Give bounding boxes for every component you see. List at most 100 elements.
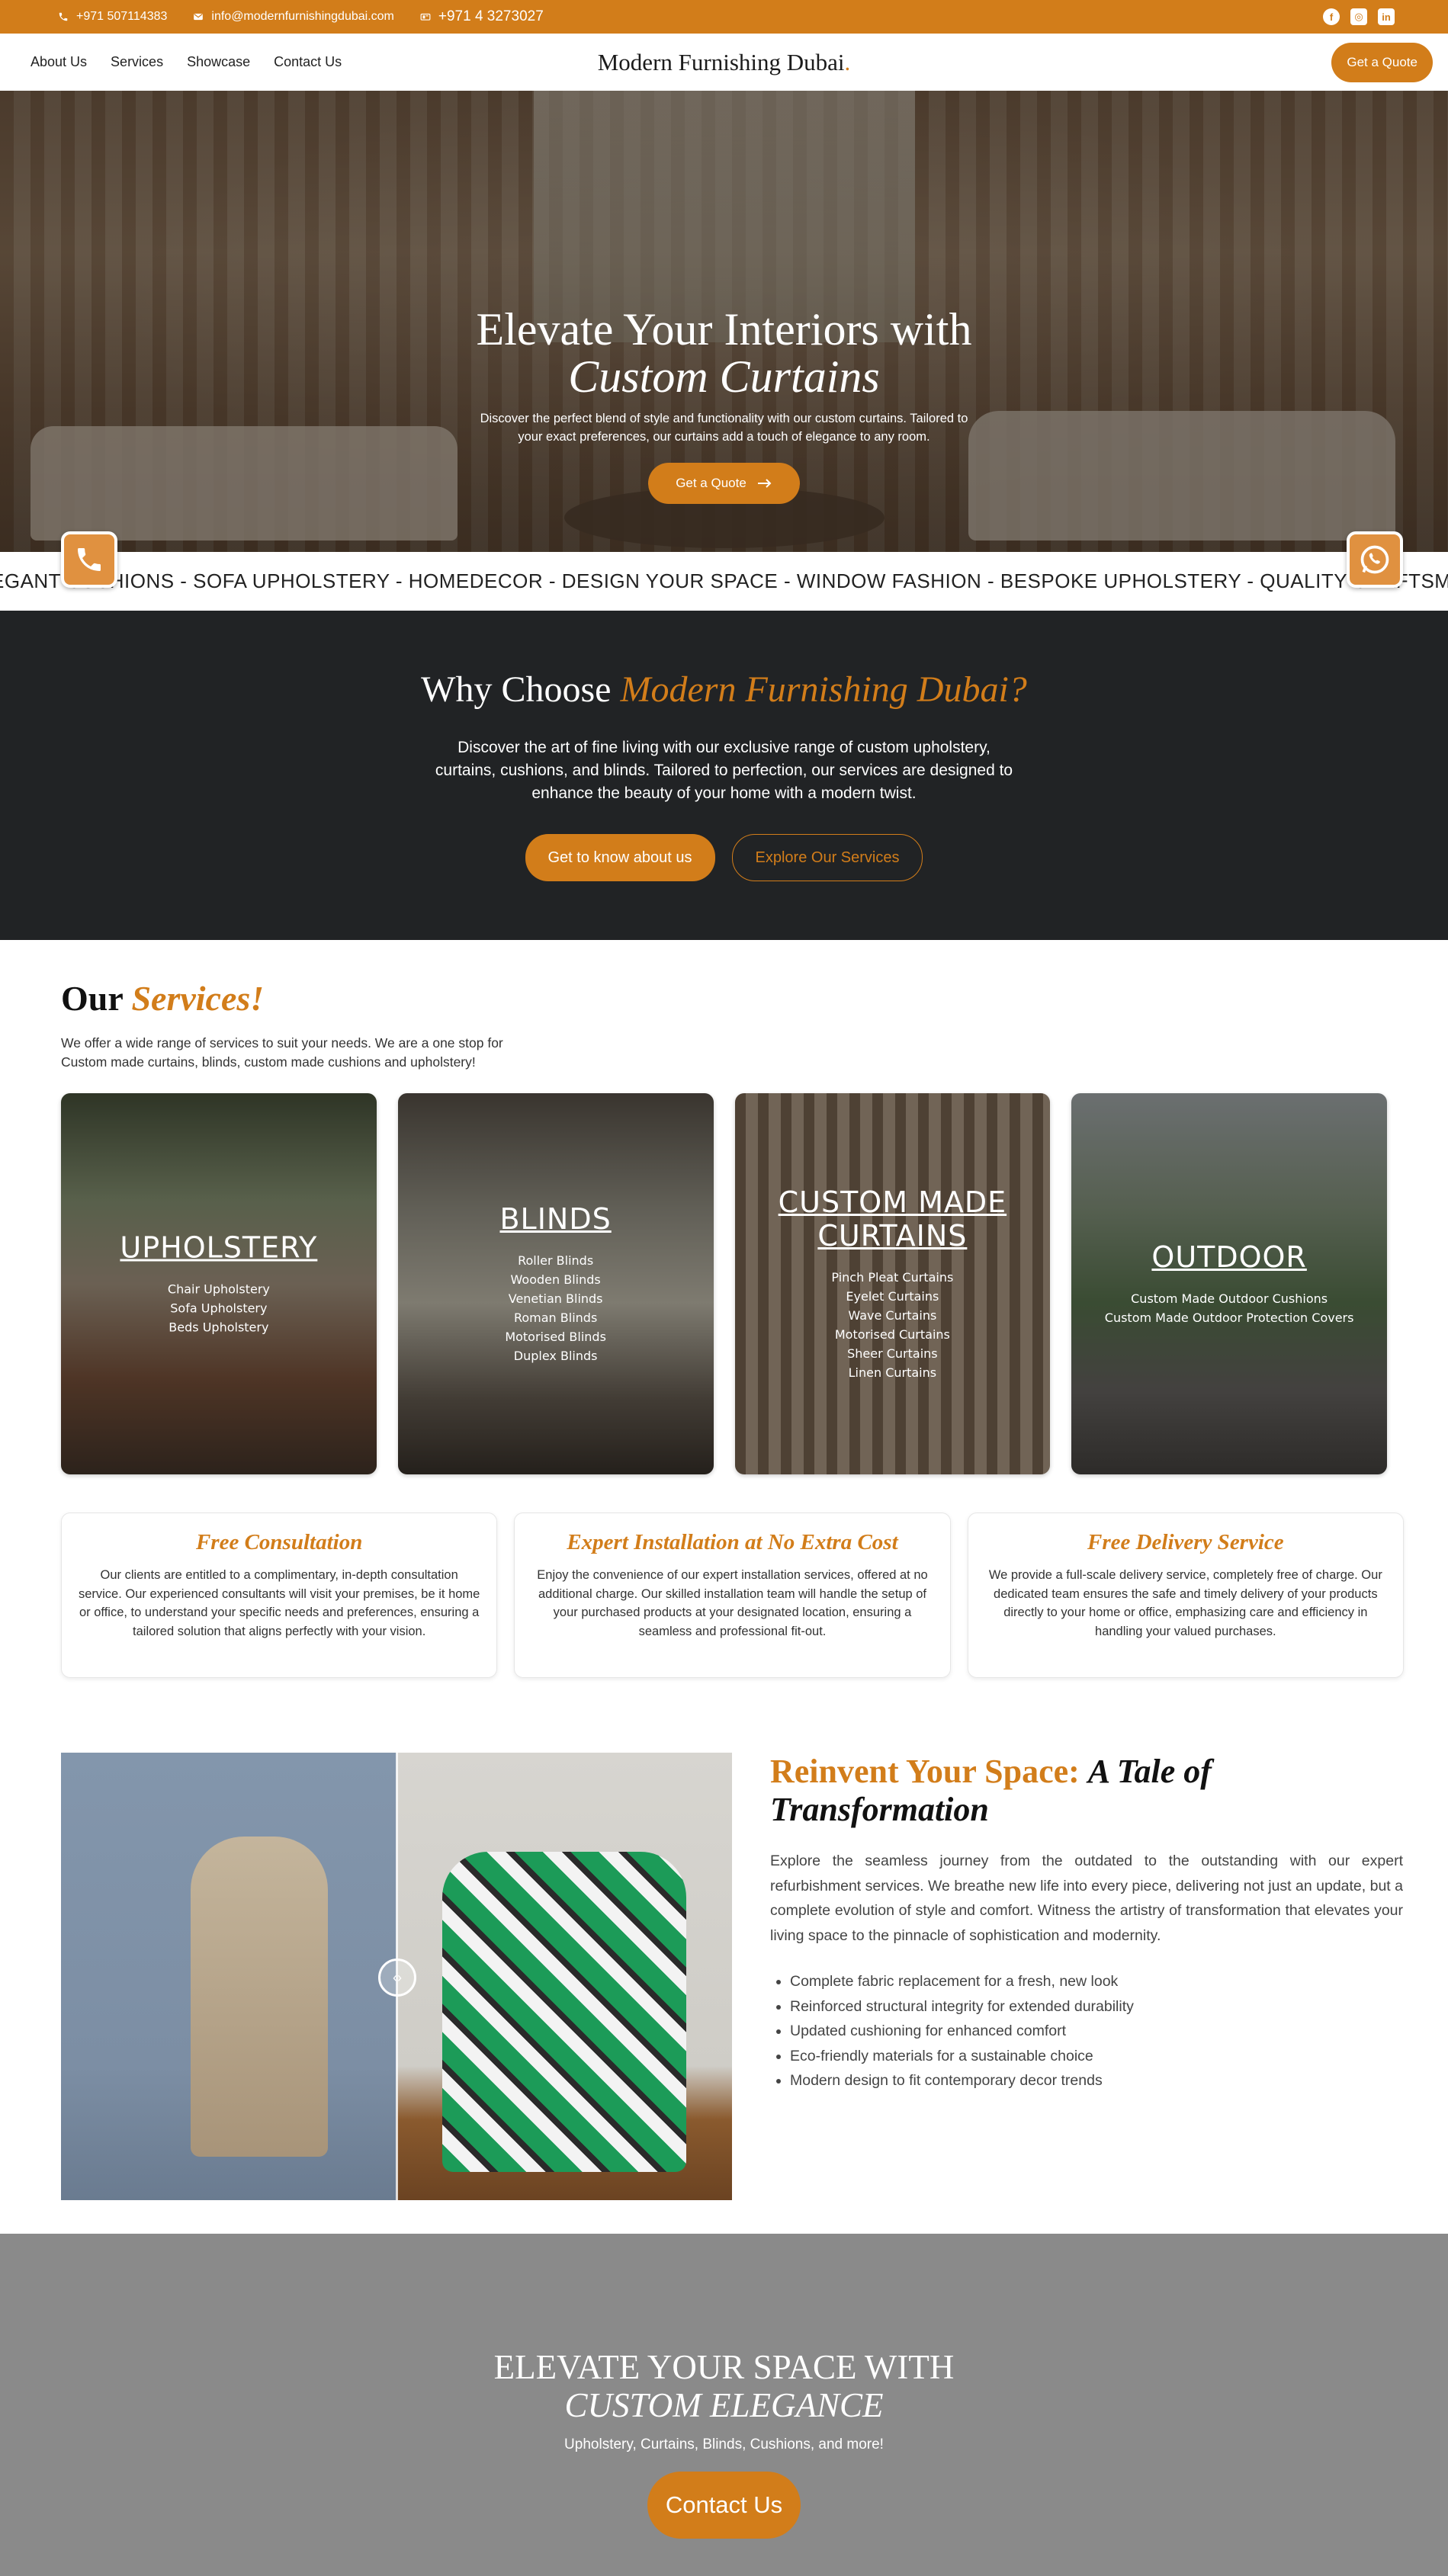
list-item: Motorised Blinds [505, 1330, 606, 1344]
contact-us-button[interactable]: Contact Us [647, 2472, 801, 2539]
reinvent-title: Reinvent Your Space: A Tale of Transform… [770, 1753, 1403, 1829]
list-item: Custom Made Outdoor Protection Covers [1104, 1310, 1354, 1325]
services-intro: We offer a wide range of services to sui… [61, 1035, 503, 1070]
before-after-slider[interactable]: ‹› [61, 1753, 732, 2200]
phone-link[interactable]: +971 507114383 [58, 10, 167, 24]
hero-quote-label: Get a Quote [676, 476, 746, 490]
linkedin-icon[interactable]: in [1378, 8, 1395, 25]
nav-quote-button[interactable]: Get a Quote [1331, 42, 1433, 82]
list-item: Modern design to fit contemporary decor … [790, 2068, 1403, 2093]
top-bar: +971 507114383 info@modernfurnishingduba… [0, 0, 1448, 34]
whatsapp-float-button[interactable] [1347, 531, 1403, 588]
list-item: Reinforced structural integrity for exte… [790, 1994, 1403, 2019]
phone-icon [78, 548, 101, 571]
facebook-icon[interactable]: f [1323, 8, 1340, 25]
features-row: Free Consultation Our clients are entitl… [0, 1474, 1448, 1678]
nav-contact-us[interactable]: Contact Us [274, 54, 342, 70]
feature-card-consultation: Free Consultation Our clients are entitl… [61, 1513, 498, 1678]
nav-about-us[interactable]: About Us [31, 54, 87, 70]
why-description: Discover the art of fine living with our… [435, 739, 1013, 802]
explore-services-button[interactable]: Explore Our Services [731, 834, 923, 881]
list-item: Beds Upholstery [169, 1320, 269, 1335]
hero-section: Elevate Your Interiors with Custom Curta… [0, 91, 1448, 552]
hero-title-line1: Elevate Your Interiors with [476, 304, 972, 354]
landline-number: +971 4 3273027 [438, 8, 544, 24]
why-title-plain: Why Choose [421, 669, 612, 710]
service-card-title[interactable]: BLINDS [413, 1202, 698, 1236]
service-card-curtains[interactable]: CUSTOM MADE CURTAINS Pinch Pleat Curtain… [734, 1093, 1051, 1474]
final-cta-section: ELEVATE YOUR SPACE WITH CUSTOM ELEGANCE … [0, 2234, 1448, 2576]
why-title: Why Choose Modern Furnishing Dubai? [0, 669, 1448, 711]
list-item: Wooden Blinds [510, 1272, 601, 1287]
service-card-title[interactable]: UPHOLSTERY [76, 1231, 361, 1265]
reinvent-bullets: Complete fabric replacement for a fresh,… [770, 1969, 1403, 2093]
list-item: Complete fabric replacement for a fresh,… [790, 1969, 1403, 1994]
list-item: Sheer Curtains [847, 1346, 938, 1361]
social-links: f ◎ in [1323, 8, 1395, 25]
list-item: Roller Blinds [518, 1253, 594, 1268]
final-subtitle: Upholstery, Curtains, Blinds, Cushions, … [564, 2436, 884, 2452]
reinvent-section: ‹› Reinvent Your Space: A Tale of Transf… [0, 1678, 1448, 2200]
service-card-title[interactable]: OUTDOOR [1087, 1240, 1372, 1274]
hero-quote-button[interactable]: Get a Quote [648, 463, 800, 504]
before-image [61, 1753, 397, 2200]
service-card-upholstery[interactable]: UPHOLSTERY Chair Upholstery Sofa Upholst… [61, 1093, 377, 1474]
nav-links: About Us Services Showcase Contact Us [31, 54, 342, 70]
feature-card-installation: Expert Installation at No Extra Cost Enj… [514, 1513, 951, 1678]
whatsapp-icon [1360, 545, 1389, 574]
feature-text: Our clients are entitled to a compliment… [78, 1568, 480, 1638]
call-float-button[interactable] [61, 531, 117, 588]
list-item: Eyelet Curtains [846, 1289, 939, 1304]
fax-icon [420, 13, 431, 21]
services-section: Our Services! We offer a wide range of s… [0, 940, 1448, 1474]
list-item: Linen Curtains [848, 1365, 937, 1380]
final-title-line2: CUSTOM ELEGANCE [564, 2386, 884, 2424]
service-card-list: Pinch Pleat Curtains Eyelet Curtains Wav… [750, 1268, 1035, 1382]
final-title: ELEVATE YOUR SPACE WITH CUSTOM ELEGANCE [0, 2348, 1448, 2424]
reinvent-text: Reinvent Your Space: A Tale of Transform… [770, 1753, 1403, 2200]
feature-card-delivery: Free Delivery Service We provide a full-… [967, 1513, 1404, 1678]
marquee-text: EGANT CUSHIONS - SOFA UPHOLSTERY - HOMED… [0, 569, 1448, 592]
why-title-accent: Modern Furnishing Dubai? [620, 669, 1027, 710]
email-address: info@modernfurnishingdubai.com [211, 10, 394, 23]
list-item: Eco-friendly materials for a sustainable… [790, 2044, 1403, 2069]
brand-name: Modern Furnishing Dubai [597, 48, 845, 75]
services-title: Our Services! [61, 978, 1387, 1019]
service-card-blinds[interactable]: BLINDS Roller Blinds Wooden Blinds Venet… [397, 1093, 714, 1474]
feature-text: Enjoy the convenience of our expert inst… [537, 1568, 928, 1638]
list-item: Roman Blinds [513, 1310, 598, 1325]
service-cards: UPHOLSTERY Chair Upholstery Sofa Upholst… [61, 1093, 1387, 1474]
list-item: Custom Made Outdoor Cushions [1131, 1291, 1328, 1306]
about-us-button[interactable]: Get to know about us [525, 834, 715, 881]
why-choose-section: Why Choose Modern Furnishing Dubai? Disc… [0, 611, 1448, 940]
list-item: Updated cushioning for enhanced comfort [790, 2019, 1403, 2044]
services-title-plain: Our [61, 979, 123, 1018]
nav-services[interactable]: Services [111, 54, 163, 70]
brand-dot: . [844, 48, 851, 75]
phone-number: +971 507114383 [76, 10, 168, 23]
instagram-icon[interactable]: ◎ [1350, 8, 1367, 25]
after-image [397, 1753, 732, 2200]
service-card-title[interactable]: CUSTOM MADE CURTAINS [750, 1185, 1035, 1253]
list-item: Chair Upholstery [167, 1282, 270, 1297]
landline-link[interactable]: +971 4 3273027 [420, 8, 544, 25]
nav-showcase[interactable]: Showcase [187, 54, 250, 70]
service-card-list: Chair Upholstery Sofa Upholstery Beds Up… [76, 1280, 361, 1337]
list-item: Venetian Blinds [508, 1291, 603, 1306]
email-link[interactable]: info@modernfurnishingdubai.com [193, 10, 394, 24]
hero-title-line2: Custom Curtains [568, 351, 880, 402]
list-item: Duplex Blinds [513, 1349, 598, 1363]
service-card-outdoor[interactable]: OUTDOOR Custom Made Outdoor Cushions Cus… [1071, 1093, 1387, 1474]
phone-icon [59, 12, 68, 21]
hero-description: Discover the perfect blend of style and … [480, 412, 968, 444]
feature-title: Free Consultation [195, 1530, 363, 1554]
brand-logo[interactable]: Modern Furnishing Dubai. [598, 49, 851, 76]
slider-handle-icon[interactable]: ‹› [378, 1958, 416, 1997]
main-nav: About Us Services Showcase Contact Us Mo… [0, 34, 1448, 91]
final-title-line1: ELEVATE YOUR SPACE WITH [493, 2348, 955, 2386]
mail-icon [194, 13, 204, 21]
hero-content: Elevate Your Interiors with Custom Curta… [0, 306, 1448, 504]
why-buttons: Get to know about us Explore Our Service… [0, 834, 1448, 881]
list-item: Wave Curtains [848, 1308, 937, 1323]
reinvent-description: Explore the seamless journey from the ou… [770, 1853, 1403, 1944]
